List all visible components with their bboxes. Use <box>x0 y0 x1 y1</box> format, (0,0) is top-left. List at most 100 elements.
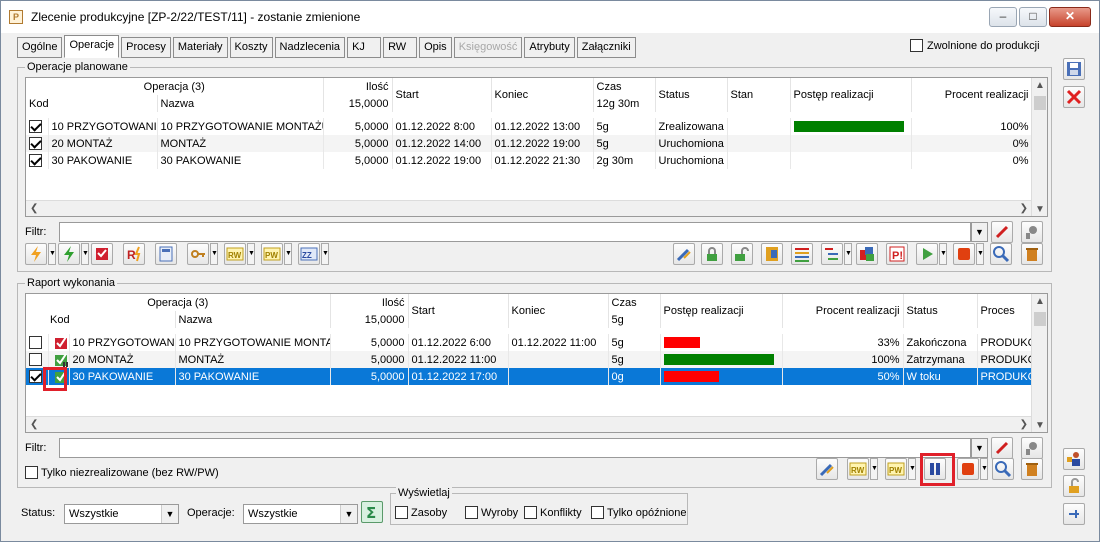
tab-ogolne[interactable]: Ogólne <box>17 37 63 58</box>
filter-input[interactable] <box>59 222 971 242</box>
wyroby-checkbox-wrap[interactable]: Wyroby <box>465 506 518 519</box>
filter-dropdown-icon[interactable]: ▼ <box>971 438 988 458</box>
sum-icon[interactable]: Σ <box>361 501 383 523</box>
dropdown-arrow-icon[interactable]: ▼ <box>980 458 988 480</box>
search-icon[interactable] <box>990 243 1012 265</box>
r-lightning-icon[interactable]: R <box>123 243 145 265</box>
chevron-down-icon[interactable]: ▼ <box>340 505 357 523</box>
cancel-icon[interactable] <box>1063 86 1085 108</box>
row-checkbox[interactable] <box>29 120 42 133</box>
pw-document-icon[interactable]: PW <box>261 243 283 265</box>
konflikty-checkbox[interactable] <box>524 506 537 519</box>
save-icon[interactable] <box>1063 58 1085 80</box>
scroll-thumb[interactable] <box>1034 96 1046 110</box>
priority-p-icon[interactable]: P! <box>886 243 908 265</box>
unlock-green-icon[interactable] <box>731 243 753 265</box>
table-row[interactable]: 20 MONTAŻ MONTAŻ 5,0000 01.12.2022 11:00… <box>26 351 1033 368</box>
dropdown-arrow-icon[interactable]: ▼ <box>210 243 218 265</box>
dropdown-arrow-icon[interactable]: ▼ <box>247 243 255 265</box>
key-icon[interactable] <box>187 243 209 265</box>
rw-document-icon[interactable]: RW <box>224 243 246 265</box>
scroll-right-icon[interactable]: ❯ <box>1020 419 1028 430</box>
dropdown-arrow-icon[interactable]: ▼ <box>976 243 984 265</box>
dropdown-arrow-icon[interactable]: ▼ <box>908 458 916 480</box>
tab-zalaczniki[interactable]: Załączniki <box>576 37 636 58</box>
table-row[interactable]: 10 PRZYGOTOWANIE 10 PRZYGOTOWANIE MONTAŻ… <box>26 334 1033 351</box>
clear-filter-icon[interactable] <box>991 437 1013 459</box>
pw-document-icon[interactable]: PW <box>885 458 907 480</box>
table-row[interactable]: 10 PRZYGOTOWANIE 10 PRZYGOTOWANIE MONTAŻ… <box>26 118 1033 135</box>
status-select[interactable]: Wszystkie ▼ <box>64 504 179 524</box>
scroll-thumb[interactable] <box>1034 312 1046 326</box>
scroll-up-icon[interactable]: ▲ <box>1035 296 1045 307</box>
vertical-scrollbar[interactable]: ▲ ▼ <box>1031 294 1047 432</box>
maximize-button[interactable]: □ <box>1019 7 1047 27</box>
wyroby-checkbox[interactable] <box>465 506 478 519</box>
execution-report-grid[interactable]: Operacja (3) Ilość Start Koniec Czas Pos… <box>25 293 1048 433</box>
planned-operations-grid[interactable]: Operacja (3) Ilość Start Koniec Czas Sta… <box>25 77 1048 217</box>
tab-koszty[interactable]: Koszty <box>229 37 273 58</box>
tab-operacje[interactable]: Operacje <box>64 35 120 58</box>
scroll-left-icon[interactable]: ❮ <box>30 203 38 214</box>
lock-open-icon[interactable] <box>1063 475 1085 497</box>
row-checkbox[interactable] <box>29 336 42 349</box>
clear-filter-icon[interactable] <box>991 221 1013 243</box>
dropdown-arrow-icon[interactable]: ▼ <box>48 243 56 265</box>
rw-document-icon[interactable]: RW <box>847 458 869 480</box>
filter-dropdown-icon[interactable]: ▼ <box>971 222 988 242</box>
operacje-select[interactable]: Wszystkie ▼ <box>243 504 358 524</box>
edit-tools-icon[interactable] <box>673 243 695 265</box>
delayed-only-checkbox[interactable] <box>591 506 604 519</box>
tree-list-icon[interactable] <box>821 243 843 265</box>
lightning-green-icon[interactable] <box>58 243 80 265</box>
scroll-down-icon[interactable]: ▼ <box>1035 204 1045 215</box>
row-checkbox[interactable] <box>29 154 42 167</box>
filter-settings-icon[interactable] <box>1021 221 1043 243</box>
trash-icon[interactable] <box>1021 458 1043 480</box>
dropdown-arrow-icon[interactable]: ▼ <box>81 243 89 265</box>
edit-tools-icon[interactable] <box>816 458 838 480</box>
users-icon[interactable] <box>1063 448 1085 470</box>
row-checkbox[interactable] <box>29 353 42 366</box>
unrealized-only-checkbox[interactable] <box>25 466 38 479</box>
scroll-down-icon[interactable]: ▼ <box>1035 420 1045 431</box>
close-button[interactable]: ✕ <box>1049 7 1091 27</box>
horizontal-scrollbar[interactable]: ❮ ❯ <box>26 200 1032 216</box>
color-blocks-icon[interactable] <box>856 243 878 265</box>
released-checkbox-wrap[interactable]: Zwolnione do produkcji <box>906 39 1040 52</box>
dropdown-arrow-icon[interactable]: ▼ <box>321 243 329 265</box>
trash-icon[interactable] <box>1021 243 1043 265</box>
vertical-scrollbar[interactable]: ▲ ▼ <box>1031 78 1047 216</box>
lightning-orange-icon[interactable] <box>25 243 47 265</box>
dropdown-arrow-icon[interactable]: ▼ <box>844 243 852 265</box>
zasoby-checkbox-wrap[interactable]: Zasoby <box>395 506 447 519</box>
table-row-selected[interactable]: 30 PAKOWANIE 30 PAKOWANIE 5,0000 01.12.2… <box>26 368 1033 385</box>
row-checkbox[interactable] <box>29 137 42 150</box>
unrealized-only-checkbox-wrap[interactable]: Tylko niezrealizowane (bez RW/PW) <box>25 466 219 479</box>
konflikty-checkbox-wrap[interactable]: Konflikty <box>524 506 582 519</box>
tab-rw[interactable]: RW <box>383 37 418 58</box>
zz-document-icon[interactable]: ZZ <box>298 243 320 265</box>
dropdown-arrow-icon[interactable]: ▼ <box>284 243 292 265</box>
tab-atrybuty[interactable]: Atrybuty <box>524 37 575 58</box>
scroll-right-icon[interactable]: ❯ <box>1020 203 1028 214</box>
released-checkbox[interactable] <box>910 39 923 52</box>
filter-input[interactable] <box>59 438 971 458</box>
search-icon[interactable] <box>992 458 1014 480</box>
tab-opis[interactable]: Opis <box>419 37 452 58</box>
stop-icon[interactable] <box>953 243 975 265</box>
calculator-icon[interactable] <box>155 243 177 265</box>
pin-icon[interactable] <box>1063 503 1085 525</box>
list-colors-icon[interactable] <box>791 243 813 265</box>
tab-kj[interactable]: KJ <box>347 37 382 58</box>
chevron-down-icon[interactable]: ▼ <box>161 505 178 523</box>
table-row[interactable]: 20 MONTAŻ MONTAŻ 5,0000 01.12.2022 14:00… <box>26 135 1033 152</box>
scroll-up-icon[interactable]: ▲ <box>1035 80 1045 91</box>
row-checkbox[interactable] <box>29 370 42 383</box>
zasoby-checkbox[interactable] <box>395 506 408 519</box>
scroll-left-icon[interactable]: ❮ <box>30 419 38 430</box>
lock-green-icon[interactable] <box>701 243 723 265</box>
dropdown-arrow-icon[interactable]: ▼ <box>939 243 947 265</box>
dropdown-arrow-icon[interactable]: ▼ <box>870 458 878 480</box>
minimize-button[interactable]: – <box>989 7 1017 27</box>
